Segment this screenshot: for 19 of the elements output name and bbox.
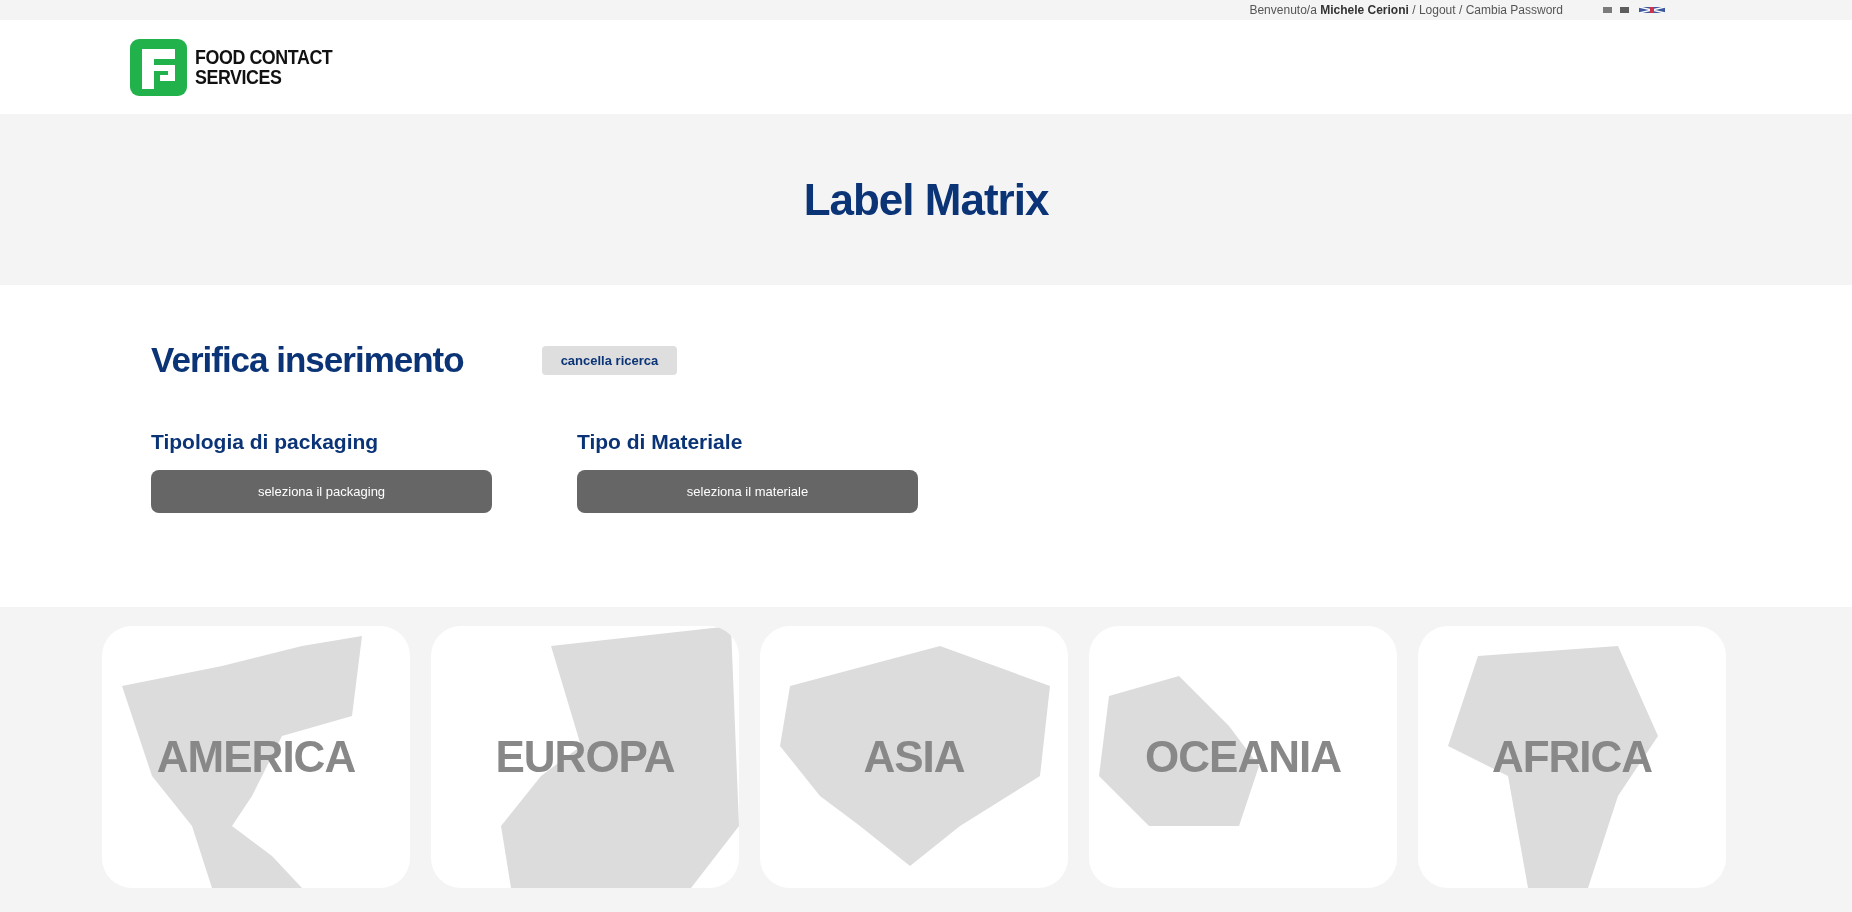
filter-label: Tipologia di packaging [151, 430, 380, 454]
uk-flag-icon[interactable] [1639, 7, 1665, 13]
filter-label: Tipo di Materiale [577, 430, 744, 454]
select-button[interactable]: seleziona il materiale [577, 470, 918, 513]
account-link[interactable]: Logout [1418, 3, 1456, 17]
logo-text: FOOD CONTACT SERVICES [195, 47, 333, 87]
account-link[interactable]: Cambia Password [1465, 3, 1563, 17]
region-label: AFRICA [1491, 732, 1653, 782]
section-title: Verifica inserimento [151, 340, 464, 380]
clear-search-button[interactable]: cancella ricerca [541, 345, 678, 375]
user-menu-text: Benvenuto/a Michele Cerioni / Logout / Cambia Password [1249, 3, 1563, 17]
select-button[interactable]: seleziona il packaging [151, 470, 492, 513]
flag-icon[interactable] [1603, 7, 1629, 13]
region-label: EUROPA [495, 732, 675, 782]
page-title: Label Matrix [803, 174, 1049, 225]
region-label: AMERICA [156, 732, 356, 782]
region-label: OCEANIA [1145, 732, 1341, 782]
logo-icon [130, 38, 187, 96]
region-label: ASIA [863, 732, 965, 782]
